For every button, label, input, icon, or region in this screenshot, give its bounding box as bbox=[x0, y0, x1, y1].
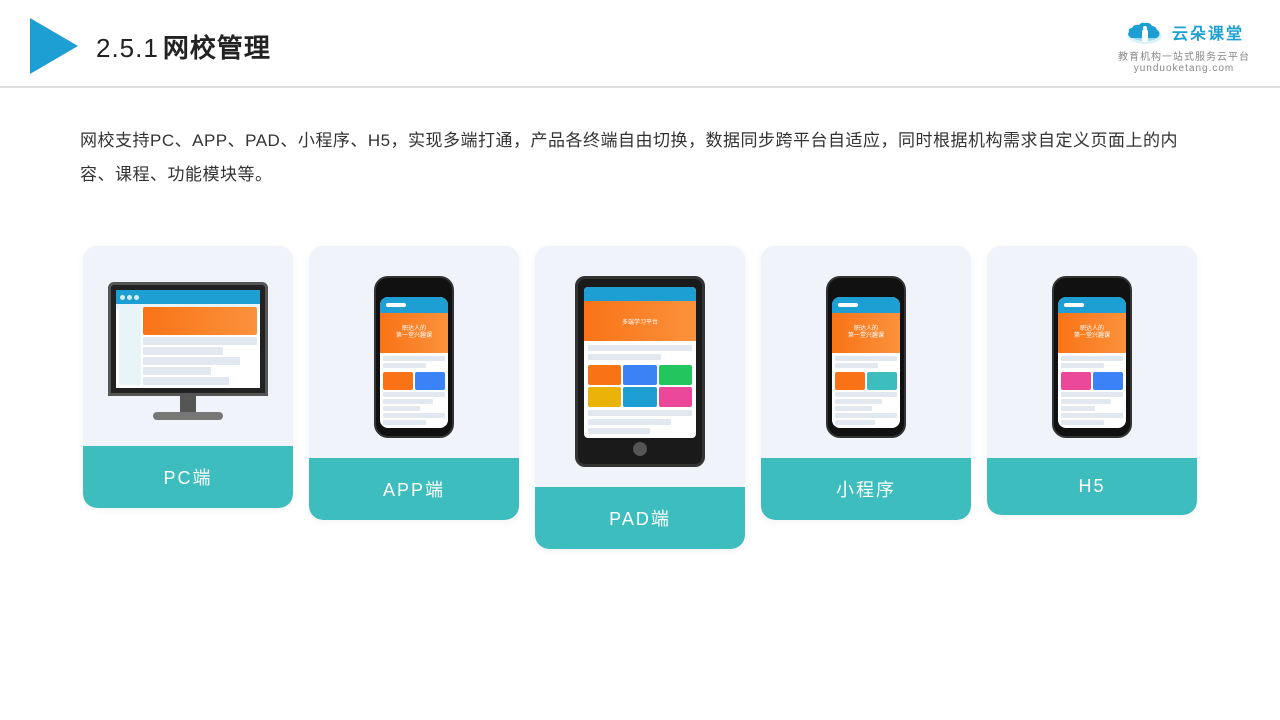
card-label-app: APP端 bbox=[309, 458, 519, 520]
card-label-miniprogram: 小程序 bbox=[761, 458, 971, 520]
phone-mockup-app: 职达人的第一堂兴趣课 bbox=[374, 276, 454, 438]
brand-name: 云朵课堂 bbox=[1172, 20, 1244, 44]
brand-logo: 云朵课堂 教育机构一站式服务云平台 yunduoketang.com bbox=[1118, 18, 1250, 74]
card-pc: PC端 bbox=[83, 246, 293, 508]
logo-triangle-icon bbox=[30, 18, 78, 74]
header-left: 2.5.1网校管理 bbox=[30, 18, 271, 74]
cloud-icon bbox=[1124, 18, 1166, 46]
phone-mockup-h5: 职达人的第一堂兴趣课 bbox=[1052, 276, 1132, 438]
card-image-h5: 职达人的第一堂兴趣课 bbox=[987, 246, 1197, 458]
pc-mockup bbox=[108, 282, 268, 420]
card-miniprogram: 职达人的第一堂兴趣课 bbox=[761, 246, 971, 520]
card-image-pad: 多端学习平台 bbox=[535, 246, 745, 487]
card-label-h5: H5 bbox=[987, 458, 1197, 515]
card-pad: 多端学习平台 bbox=[535, 246, 745, 549]
tablet-mockup: 多端学习平台 bbox=[575, 276, 705, 467]
card-image-pc bbox=[83, 246, 293, 446]
cards-container: PC端 职达人的第一堂兴趣课 bbox=[0, 222, 1280, 549]
card-image-app: 职达人的第一堂兴趣课 bbox=[309, 246, 519, 458]
description-text: 网校支持PC、APP、PAD、小程序、H5，实现多端打通，产品各终端自由切换，数… bbox=[0, 88, 1280, 212]
card-app: 职达人的第一堂兴趣课 bbox=[309, 246, 519, 520]
header: 2.5.1网校管理 云朵课堂 教育机构一站式服务云平台 yunduoketang… bbox=[0, 0, 1280, 88]
card-label-pad: PAD端 bbox=[535, 487, 745, 549]
cloud-logo-wrap: 云朵课堂 bbox=[1124, 18, 1244, 46]
brand-tagline: 教育机构一站式服务云平台 yunduoketang.com bbox=[1118, 48, 1250, 74]
phone-mockup-mini: 职达人的第一堂兴趣课 bbox=[826, 276, 906, 438]
card-label-pc: PC端 bbox=[83, 446, 293, 508]
card-h5: 职达人的第一堂兴趣课 bbox=[987, 246, 1197, 515]
page-title: 2.5.1网校管理 bbox=[96, 28, 271, 65]
card-image-miniprogram: 职达人的第一堂兴趣课 bbox=[761, 246, 971, 458]
